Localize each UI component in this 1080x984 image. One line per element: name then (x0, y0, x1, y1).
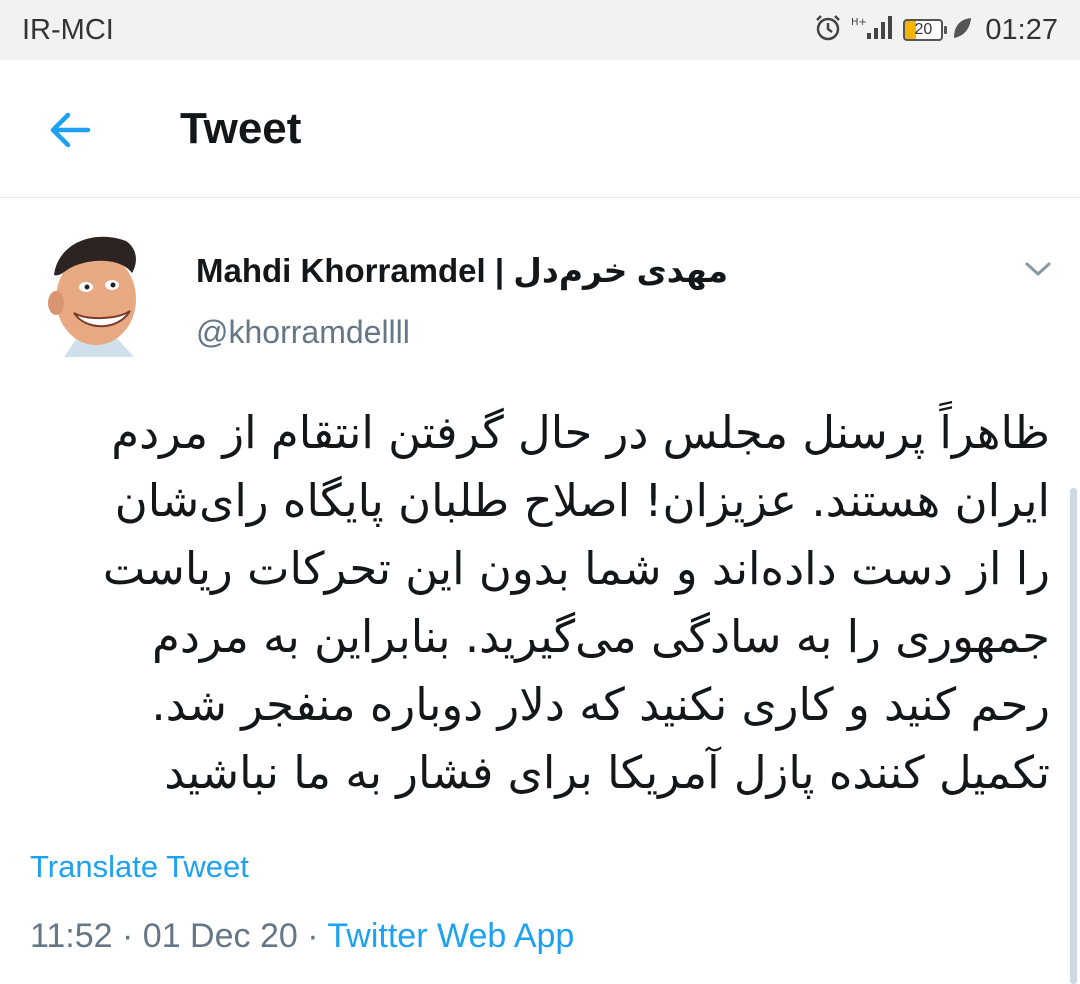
tweet-text-line: ایران هستند. عزیزان! اصلاح طلبان پایگاه … (114, 474, 1050, 527)
leaf-icon (951, 15, 973, 46)
app-header: Tweet (0, 60, 1080, 198)
svg-text:H+: H+ (851, 17, 867, 28)
back-button[interactable] (40, 100, 100, 160)
more-options-button[interactable] (1018, 254, 1058, 284)
carrier-label: IR-MCI (22, 13, 114, 46)
tweet-source-link[interactable]: Twitter Web App (327, 917, 574, 955)
author-handle[interactable]: @khorramdellll (196, 314, 410, 351)
author-name[interactable]: Mahdi Khorramdel | مهدی خرم‌دل (196, 251, 728, 290)
alarm-icon (813, 13, 843, 48)
chevron-down-icon (1025, 262, 1051, 276)
status-time: 01:27 (985, 13, 1058, 46)
status-bar: IR-MCI H+ 20 01:27 (0, 0, 1080, 60)
scrollbar[interactable] (1070, 488, 1077, 984)
tweet-time: 11:52 (30, 917, 113, 955)
tweet-date: 01 Dec 20 (142, 917, 298, 955)
translate-tweet-link[interactable]: Translate Tweet (30, 849, 249, 885)
meta-separator: · (297, 917, 328, 955)
tweet-meta: 11:52 · 01 Dec 20 · Twitter Web App (30, 917, 574, 956)
tweet-text-line: تکمیل کننده پازل آمریکا برای فشار به ما … (164, 746, 1050, 799)
tweet-text-line: جمهوری را به سادگی می‌گیرید. بنابراین به… (151, 610, 1050, 663)
page-title: Tweet (180, 104, 302, 153)
tweet-text-line: رحم کنید و کاری نکنید که دلار دوباره منف… (151, 678, 1050, 731)
meta-separator: · (112, 917, 143, 955)
tweet-detail: Mahdi Khorramdel | مهدی خرم‌دل @khorramd… (0, 199, 1080, 984)
tweet-text-line: را از دست داده‌اند و شما بدون این تحرکات… (102, 542, 1050, 595)
back-arrow-icon (50, 112, 91, 148)
tweet-text: ظاهراً پرسنل مجلس در حال گرفتن انتقام از… (60, 399, 1050, 807)
tweet-text-line: ظاهراً پرسنل مجلس در حال گرفتن انتقام از… (111, 406, 1050, 459)
battery-icon: 20 (903, 19, 948, 41)
status-icons: H+ 20 01:27 (813, 13, 1058, 48)
avatar[interactable] (34, 227, 154, 367)
signal-icon: H+ (851, 13, 895, 48)
